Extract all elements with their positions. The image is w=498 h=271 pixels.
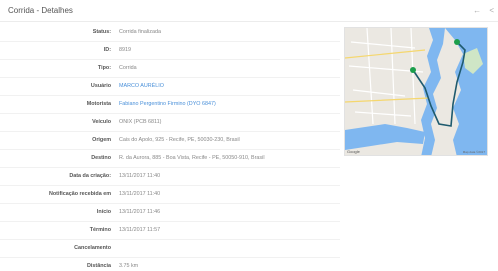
detail-label: Origem (92, 137, 111, 143)
detail-label: Início (96, 209, 111, 215)
detail-label: Cancelamento (74, 245, 111, 251)
detail-row-user: Usuário MARCO AURÉLIO (0, 78, 340, 96)
detail-label: Data da criação: (69, 173, 111, 179)
detail-value: 3.75 km (119, 263, 139, 269)
detail-label: Destino (91, 155, 111, 161)
detail-row-start: Início 13/11/2017 11:46 (0, 204, 340, 222)
detail-value: Cais do Apolo, 925 - Recife, PE, 50030-2… (119, 137, 240, 143)
detail-label: Status: (92, 29, 111, 35)
details-list: Status: Corrida finalizada ID: 8919 Tipo… (0, 24, 340, 271)
detail-row-destination: Destino R. da Aurora, 885 - Boa Vista, R… (0, 150, 340, 168)
detail-value: R. da Aurora, 885 - Boa Vista, Recife - … (119, 155, 265, 161)
detail-value: 13/11/2017 11:40 (119, 173, 161, 179)
detail-label: Notificação recebida em (48, 191, 111, 197)
header-actions: ← < (467, 6, 494, 15)
detail-label: Motorista (86, 101, 111, 107)
detail-row-created: Data da criação: 13/11/2017 11:40 (0, 168, 340, 186)
detail-value: Corrida finalizada (119, 29, 161, 35)
detail-value: 13/11/2017 11:57 (119, 227, 161, 233)
detail-row-vehicle: Veículo ONIX (PCB 6811) (0, 114, 340, 132)
map-canvas (345, 28, 487, 155)
detail-value: ONIX (PCB 6811) (119, 119, 162, 125)
detail-row-end: Término 13/11/2017 11:57 (0, 222, 340, 240)
detail-label: Tipo: (97, 65, 111, 71)
page-title: Corrida - Detalhes (8, 6, 73, 15)
detail-row-driver: Motorista Fabiano Pergentino Firmino (DY… (0, 96, 340, 114)
detail-value: Corrida (119, 65, 137, 71)
user-link[interactable]: MARCO AURÉLIO (119, 83, 164, 89)
map-provider-logo: Google (347, 149, 360, 154)
detail-row-status: Status: Corrida finalizada (0, 24, 340, 42)
detail-value: 8919 (119, 47, 131, 53)
detail-row-type: Tipo: Corrida (0, 60, 340, 78)
origin-marker-icon (410, 67, 416, 73)
detail-label: Distância (87, 263, 111, 269)
detail-row-cancellation: Cancelamento (0, 240, 340, 258)
back-arrow-icon[interactable]: ← (473, 6, 481, 15)
driver-link[interactable]: Fabiano Pergentino Firmino (DYO 6847) (119, 101, 216, 107)
detail-label: Usuário (90, 83, 111, 89)
detail-value: 13/11/2017 11:46 (119, 209, 161, 215)
share-icon[interactable]: < (489, 6, 494, 15)
detail-row-distance: Distância 3.75 km (0, 258, 340, 271)
map-credit[interactable]: Map data ©2017 (463, 150, 485, 154)
destination-marker-icon (454, 39, 460, 45)
detail-row-id: ID: 8919 (0, 42, 340, 60)
page-header: Corrida - Detalhes ← < (0, 0, 498, 22)
detail-label: Término (89, 227, 111, 233)
detail-row-notified: Notificação recebida em 13/11/2017 11:40 (0, 186, 340, 204)
detail-label: Veículo (92, 119, 111, 125)
detail-row-origin: Origem Cais do Apolo, 925 - Recife, PE, … (0, 132, 340, 150)
detail-label: ID: (103, 47, 111, 53)
detail-value: 13/11/2017 11:40 (119, 191, 161, 197)
route-map[interactable]: Google Map data ©2017 (344, 27, 488, 156)
